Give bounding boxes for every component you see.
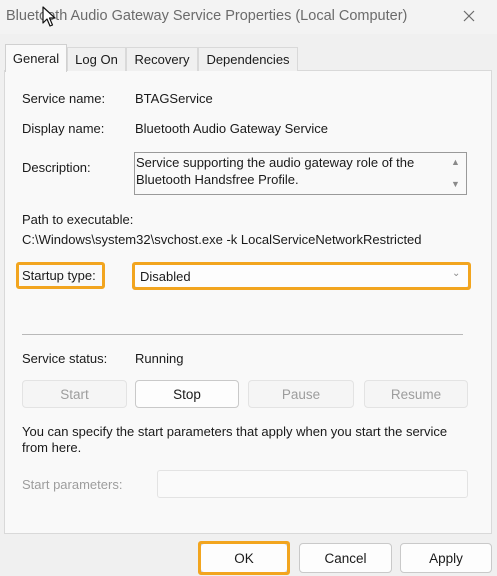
help-text-line-2: from here. <box>22 440 82 455</box>
startup-type-label: Startup type: <box>22 268 96 283</box>
start-button[interactable]: Start <box>22 380 127 408</box>
tab-log-on[interactable]: Log On <box>67 47 126 71</box>
tab-general[interactable]: General <box>5 44 67 72</box>
service-status-label: Service status: <box>22 351 108 366</box>
stop-button[interactable]: Stop <box>135 380 239 408</box>
tab-dependencies[interactable]: Dependencies <box>198 47 298 71</box>
apply-button[interactable]: Apply <box>400 543 492 573</box>
pause-button[interactable]: Pause <box>248 380 354 408</box>
close-button[interactable] <box>446 0 492 32</box>
general-panel <box>4 70 492 534</box>
display-name-label: Display name: <box>22 121 105 136</box>
chevron-down-icon: ⌄ <box>452 268 461 279</box>
description-label: Description: <box>22 160 91 175</box>
tab-recovery[interactable]: Recovery <box>126 47 198 71</box>
scroll-down-icon[interactable]: ▼ <box>451 179 460 189</box>
start-parameters-label: Start parameters: <box>22 477 123 492</box>
startup-type-value: Disabled <box>140 269 191 284</box>
service-name-value: BTAGService <box>135 91 213 106</box>
divider <box>22 334 463 335</box>
description-line-2: Bluetooth Handsfree Profile. <box>136 172 299 187</box>
ok-button-highlight <box>198 541 290 575</box>
description-text: Service supporting the audio gateway rol… <box>136 154 436 188</box>
window-title: Bluetooth Audio Gateway Service Properti… <box>6 8 408 24</box>
service-status-value: Running <box>135 351 184 366</box>
close-icon <box>463 10 475 22</box>
help-text-line-1: You can specify the start parameters tha… <box>22 424 448 439</box>
display-name-value: Bluetooth Audio Gateway Service <box>135 121 328 136</box>
path-value: C:\Windows\system32\svchost.exe -k Local… <box>22 232 422 247</box>
path-label: Path to executable: <box>22 212 134 227</box>
mouse-cursor-icon <box>42 6 56 27</box>
start-parameters-input[interactable] <box>157 470 468 498</box>
scroll-up-icon[interactable]: ▲ <box>451 157 460 167</box>
cancel-button[interactable]: Cancel <box>299 543 392 573</box>
resume-button[interactable]: Resume <box>364 380 468 408</box>
description-line-1: Service supporting the audio gateway rol… <box>136 155 415 170</box>
service-name-label: Service name: <box>22 91 106 106</box>
